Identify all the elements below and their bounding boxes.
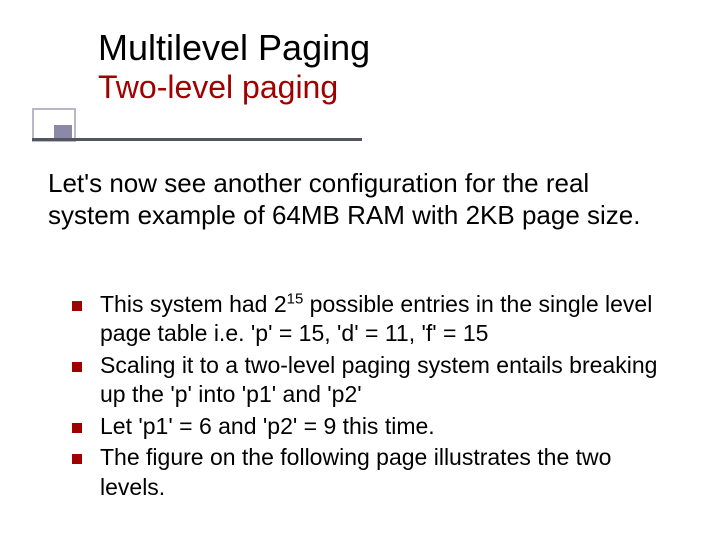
list-item: Scaling it to a two-level paging system … (72, 351, 682, 410)
title-block: Multilevel Paging Two-level paging (98, 28, 658, 105)
bullet-icon (72, 362, 82, 372)
bullet-icon (72, 423, 82, 433)
body-paragraph: Let's now see another configuration for … (48, 168, 678, 231)
list-item: This system had 215 possible entries in … (72, 290, 682, 349)
title-sub: Two-level paging (98, 70, 658, 105)
list-item: The figure on the following page illustr… (72, 443, 682, 502)
title-underline (32, 138, 362, 141)
bullet-text: This system had 215 possible entries in … (100, 290, 682, 349)
list-item: Let 'p1' = 6 and 'p2' = 9 this time. (72, 412, 682, 441)
bullet-list: This system had 215 possible entries in … (72, 290, 682, 504)
bullet-icon (72, 454, 82, 464)
slide: Multilevel Paging Two-level paging Let's… (0, 0, 720, 540)
bullet-text: Let 'p1' = 6 and 'p2' = 9 this time. (100, 412, 682, 441)
bullet-text: The figure on the following page illustr… (100, 443, 682, 502)
bullet-text: Scaling it to a two-level paging system … (100, 351, 682, 410)
title-main: Multilevel Paging (98, 28, 658, 68)
bullet-icon (72, 301, 82, 311)
